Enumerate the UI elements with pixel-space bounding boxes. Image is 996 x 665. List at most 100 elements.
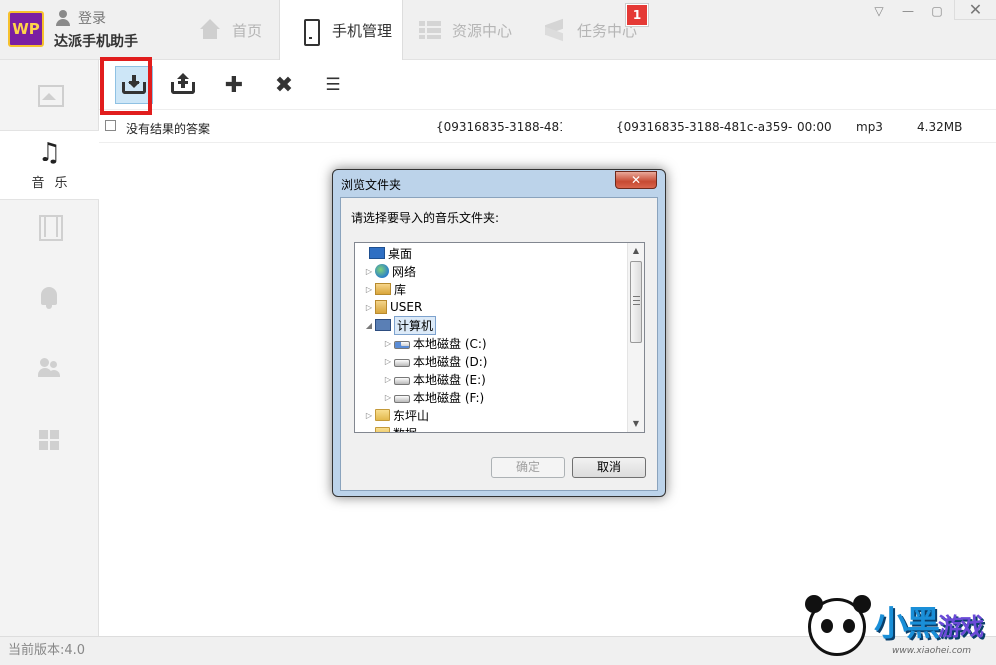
stack-icon xyxy=(543,18,567,42)
folder-icon xyxy=(375,409,390,421)
menu-dropdown-icon[interactable]: ▽ xyxy=(868,3,890,19)
home-icon xyxy=(198,18,222,42)
tab-home-label: 首页 xyxy=(232,21,263,40)
tree-item-drive-c[interactable]: ▷ 本地磁盘 (C:) xyxy=(382,334,487,352)
sidebar-item-pictures[interactable] xyxy=(0,60,98,128)
contacts-icon xyxy=(36,355,62,381)
ringtone-icon xyxy=(36,285,62,311)
tree-item-computer[interactable]: ◢ 计算机 xyxy=(363,315,437,335)
tree-item-desktop[interactable]: 桌面 xyxy=(357,244,412,262)
app-name: 达派手机助手 xyxy=(54,34,138,50)
maximize-button[interactable]: ▢ xyxy=(926,3,948,19)
app-window: WP 登录 达派手机助手 首页 手机管理 资源中心 任务中心 1 ▽ — ▢ ✕ xyxy=(0,0,996,665)
sidebar-item-music[interactable]: ♫ 音乐 xyxy=(0,130,99,200)
dialog-title: 浏览文件夹 xyxy=(341,178,402,192)
song-duration: 00:00 xyxy=(797,120,832,134)
tab-phone-manage-label: 手机管理 xyxy=(332,22,393,40)
ok-button[interactable]: 确定 xyxy=(491,457,565,478)
desktop-icon xyxy=(369,247,385,259)
login-button[interactable]: 登录 xyxy=(54,8,106,28)
task-count-badge: 1 xyxy=(626,4,648,26)
version-label: 当前版本:4.0 xyxy=(8,643,86,658)
sidebar-item-apps[interactable] xyxy=(0,406,98,474)
tree-item-data[interactable]: 数据 xyxy=(363,424,417,432)
expand-icon[interactable]: ▷ xyxy=(363,411,375,420)
expand-icon[interactable]: ▷ xyxy=(363,303,375,312)
song-format: mp3 xyxy=(856,120,883,134)
sidebar-item-music-label: 音乐 xyxy=(31,175,78,191)
delete-icon: ✖ xyxy=(274,72,294,98)
watermark-url: www.xiaohei.com xyxy=(892,646,972,656)
song-album: {09316835-3188-481c-a359-0f8d2a xyxy=(616,120,792,134)
computer-icon xyxy=(375,319,391,331)
close-button[interactable]: ✕ xyxy=(954,0,996,20)
export-button[interactable] xyxy=(165,68,201,102)
tree-item-dongpingshan[interactable]: ▷ 东坪山 xyxy=(363,406,429,424)
user-folder-icon xyxy=(375,300,387,314)
scroll-thumb[interactable] xyxy=(630,261,642,343)
minimize-button[interactable]: — xyxy=(897,3,919,19)
picture-icon xyxy=(36,81,64,107)
song-name: 没有结果的答案 xyxy=(126,122,211,136)
tree-item-drive-f[interactable]: ▷ 本地磁盘 (F:) xyxy=(382,388,484,406)
dialog-body: 请选择要导入的音乐文件夹: 桌面 ▷ 网络 ▷ 库 ▷ USER ◢ 计算机 ▷… xyxy=(340,197,658,491)
panda-icon xyxy=(805,595,866,656)
folder-icon xyxy=(375,427,390,432)
login-label: 登录 xyxy=(78,11,106,27)
expand-icon[interactable]: ▷ xyxy=(363,285,375,294)
add-button[interactable]: ✚ xyxy=(216,68,252,102)
tab-home[interactable]: 首页 xyxy=(180,0,275,60)
folder-tree: 桌面 ▷ 网络 ▷ 库 ▷ USER ◢ 计算机 ▷ 本地磁盘 (C:) ▷ 本… xyxy=(354,242,645,433)
network-icon xyxy=(375,264,389,278)
tree-item-network[interactable]: ▷ 网络 xyxy=(363,262,416,280)
dialog-close-button[interactable]: ✕ xyxy=(615,171,657,189)
expand-icon[interactable]: ▷ xyxy=(363,267,375,276)
tab-phone-manage[interactable]: 手机管理 xyxy=(279,0,403,61)
category-sidebar: ♫ 音乐 xyxy=(0,60,99,636)
drive-icon xyxy=(394,377,410,385)
tab-resource-center[interactable]: 资源中心 xyxy=(400,0,520,60)
song-size: 4.32MB xyxy=(917,120,963,134)
app-logo: WP xyxy=(8,11,44,47)
video-icon xyxy=(36,213,63,241)
phone-icon xyxy=(298,18,322,46)
watermark-text: 小黑游戏 xyxy=(874,604,984,644)
tree-item-user[interactable]: ▷ USER xyxy=(363,298,422,316)
music-toolbar: ✚ ✖ ☰ xyxy=(99,60,996,110)
select-list-button[interactable]: ☰ xyxy=(315,68,351,102)
table-row[interactable]: 没有结果的答案 {09316835-3188-481c-a35 {0931683… xyxy=(99,111,996,143)
drive-icon xyxy=(394,395,410,403)
sidebar-item-videos[interactable] xyxy=(0,192,98,260)
row-checkbox[interactable] xyxy=(105,120,116,131)
watermark-logo: 小黑游戏 www.xiaohei.com xyxy=(800,590,996,665)
scroll-up-icon[interactable]: ▲ xyxy=(628,243,644,259)
music-icon: ♫ xyxy=(37,137,62,168)
select-list-icon: ☰ xyxy=(325,74,341,95)
sidebar-item-contacts[interactable] xyxy=(0,334,98,402)
tree-item-drive-e[interactable]: ▷ 本地磁盘 (E:) xyxy=(382,370,486,388)
delete-button[interactable]: ✖ xyxy=(266,68,302,102)
apps-icon xyxy=(36,427,62,453)
scroll-down-icon[interactable]: ▼ xyxy=(628,416,644,432)
cancel-button[interactable]: 取消 xyxy=(572,457,646,478)
library-icon xyxy=(375,283,391,295)
tree-item-drive-d[interactable]: ▷ 本地磁盘 (D:) xyxy=(382,352,488,370)
tree-item-library[interactable]: ▷ 库 xyxy=(363,280,406,298)
system-drive-icon xyxy=(394,341,410,349)
dialog-prompt: 请选择要导入的音乐文件夹: xyxy=(351,211,500,225)
tree-scrollbar[interactable]: ▲ ▼ xyxy=(627,243,644,432)
browse-folder-dialog: 浏览文件夹 ✕ 请选择要导入的音乐文件夹: 桌面 ▷ 网络 ▷ 库 ▷ USER… xyxy=(332,169,666,497)
import-highlight-frame xyxy=(100,57,152,115)
song-artist: {09316835-3188-481c-a35 xyxy=(436,120,562,134)
collapse-icon[interactable]: ◢ xyxy=(363,321,375,330)
tab-resource-center-label: 资源中心 xyxy=(452,21,513,40)
grid-icon xyxy=(418,18,442,42)
expand-icon[interactable]: ▷ xyxy=(382,339,394,348)
user-icon xyxy=(54,9,72,27)
sidebar-item-ringtones[interactable] xyxy=(0,264,98,332)
export-icon xyxy=(171,73,195,95)
drive-icon xyxy=(394,359,410,367)
expand-icon[interactable]: ▷ xyxy=(382,357,394,366)
expand-icon[interactable]: ▷ xyxy=(382,393,394,402)
expand-icon[interactable]: ▷ xyxy=(382,375,394,384)
